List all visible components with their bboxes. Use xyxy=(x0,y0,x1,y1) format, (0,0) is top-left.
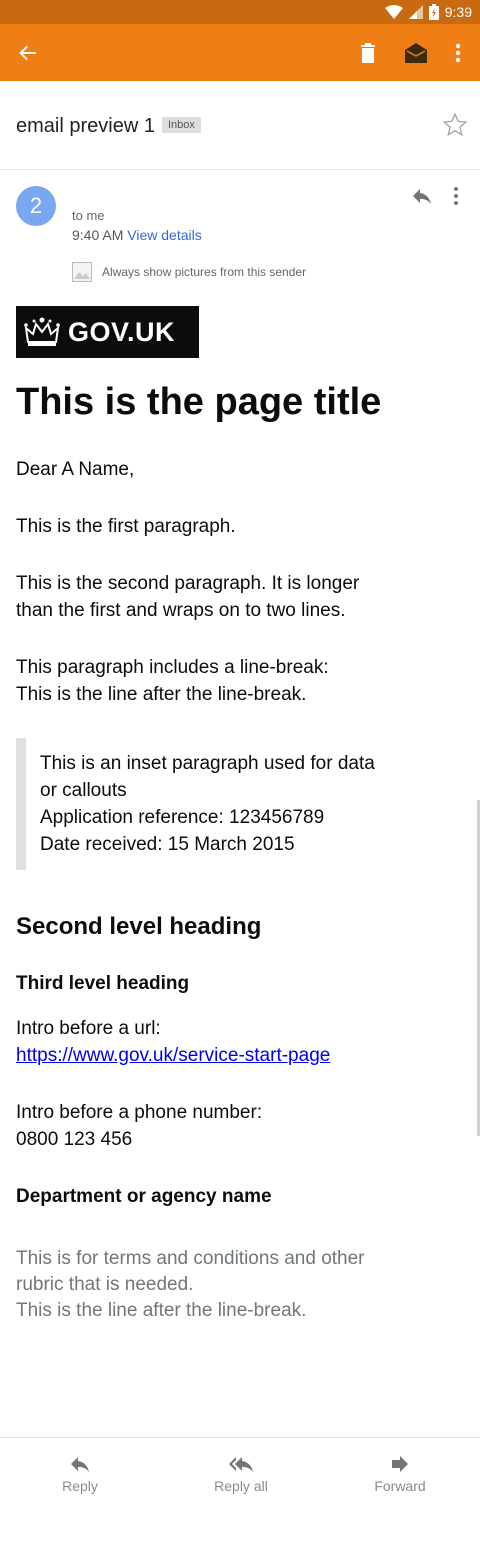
url-intro: Intro before a url: xyxy=(16,1018,161,1039)
sender-header: 2 to me 9:40 AM View details Always show… xyxy=(0,170,480,290)
show-pictures-label: Always show pictures from this sender xyxy=(102,265,307,279)
back-icon xyxy=(19,45,36,60)
page-title: This is the page title xyxy=(16,381,382,423)
crown-icon xyxy=(24,317,60,346)
phone-paragraph: Intro before a phone number: 0800 123 45… xyxy=(16,1099,386,1153)
star-icon[interactable] xyxy=(442,112,468,138)
reply-icon[interactable] xyxy=(410,184,434,208)
rubric-line-1: This is for terms and conditions and oth… xyxy=(16,1248,365,1295)
url-paragraph: Intro before a url: https://www.gov.uk/s… xyxy=(16,1015,386,1069)
more-options-button[interactable] xyxy=(434,24,480,81)
govuk-logo-text: GOV.UK xyxy=(68,316,176,347)
line-break-line-1: This paragraph includes a line-break: xyxy=(16,657,329,678)
subject-row: email preview 1 Inbox xyxy=(0,82,480,170)
status-bar: 9:39 xyxy=(0,0,480,24)
mark-unread-icon xyxy=(405,42,427,63)
line-break-paragraph: This paragraph includes a line-break: Th… xyxy=(16,654,386,708)
status-time: 9:39 xyxy=(444,4,472,20)
greeting: Dear A Name, xyxy=(16,459,135,480)
recipient-label: to me xyxy=(72,208,105,223)
sent-time-line: 9:40 AM View details xyxy=(72,227,202,243)
mark-unread-button[interactable] xyxy=(392,24,440,81)
view-details-link[interactable]: View details xyxy=(127,227,201,243)
phone-number[interactable]: 0800 123 456 xyxy=(16,1126,386,1153)
show-pictures-link[interactable]: Always show pictures from this sender xyxy=(72,262,306,282)
sent-time: 9:40 AM xyxy=(72,227,124,243)
application-reference: Application reference: 123456789 xyxy=(40,807,325,828)
signal-icon xyxy=(408,5,423,19)
image-placeholder-icon xyxy=(72,262,92,282)
inset-callout: This is an inset paragraph used for data… xyxy=(16,738,386,870)
reply-all-icon xyxy=(229,1457,253,1472)
phone-intro: Intro before a phone number: xyxy=(16,1102,263,1123)
reply-all-label: Reply all xyxy=(214,1478,268,1494)
delete-icon xyxy=(361,42,375,63)
inbox-badge[interactable]: Inbox xyxy=(162,117,201,133)
first-paragraph: This is the first paragraph. xyxy=(16,516,236,537)
third-level-heading: Third level heading xyxy=(16,973,190,994)
email-body: This is the page title Dear A Name, This… xyxy=(16,372,386,1324)
inset-text: This is an inset paragraph used for data… xyxy=(40,753,375,801)
forward-button[interactable]: Forward xyxy=(340,1452,460,1494)
wifi-icon xyxy=(384,5,403,19)
avatar[interactable]: 2 xyxy=(16,186,56,226)
email-subject: email preview 1 xyxy=(16,115,155,137)
second-level-heading: Second level heading xyxy=(16,913,262,940)
second-paragraph: This is the second paragraph. It is long… xyxy=(16,573,360,621)
forward-label: Forward xyxy=(374,1478,426,1494)
app-bar xyxy=(0,24,480,81)
date-received: Date received: 15 March 2015 xyxy=(40,834,295,855)
message-more-icon[interactable] xyxy=(444,184,468,208)
delete-button[interactable] xyxy=(344,24,392,81)
forward-icon xyxy=(392,1456,408,1472)
battery-icon xyxy=(428,4,439,20)
govuk-logo: GOV.UK xyxy=(16,306,199,358)
rubric-text: This is for terms and conditions and oth… xyxy=(16,1246,386,1324)
reply-label: Reply xyxy=(62,1478,98,1494)
bottom-action-bar: Reply Reply all Forward xyxy=(0,1437,480,1567)
more-icon xyxy=(455,43,461,62)
rubric-line-2: This is the line after the line-break. xyxy=(16,1300,307,1321)
status-icons: 9:39 xyxy=(384,3,472,21)
department-name: Department or agency name xyxy=(16,1186,272,1207)
back-button[interactable] xyxy=(4,24,52,81)
reply-icon xyxy=(71,1457,89,1472)
line-break-line-2: This is the line after the line-break. xyxy=(16,684,307,705)
reply-button[interactable]: Reply xyxy=(20,1452,140,1494)
reply-all-button[interactable]: Reply all xyxy=(181,1452,301,1494)
service-start-link[interactable]: https://www.gov.uk/service-start-page xyxy=(16,1042,386,1069)
